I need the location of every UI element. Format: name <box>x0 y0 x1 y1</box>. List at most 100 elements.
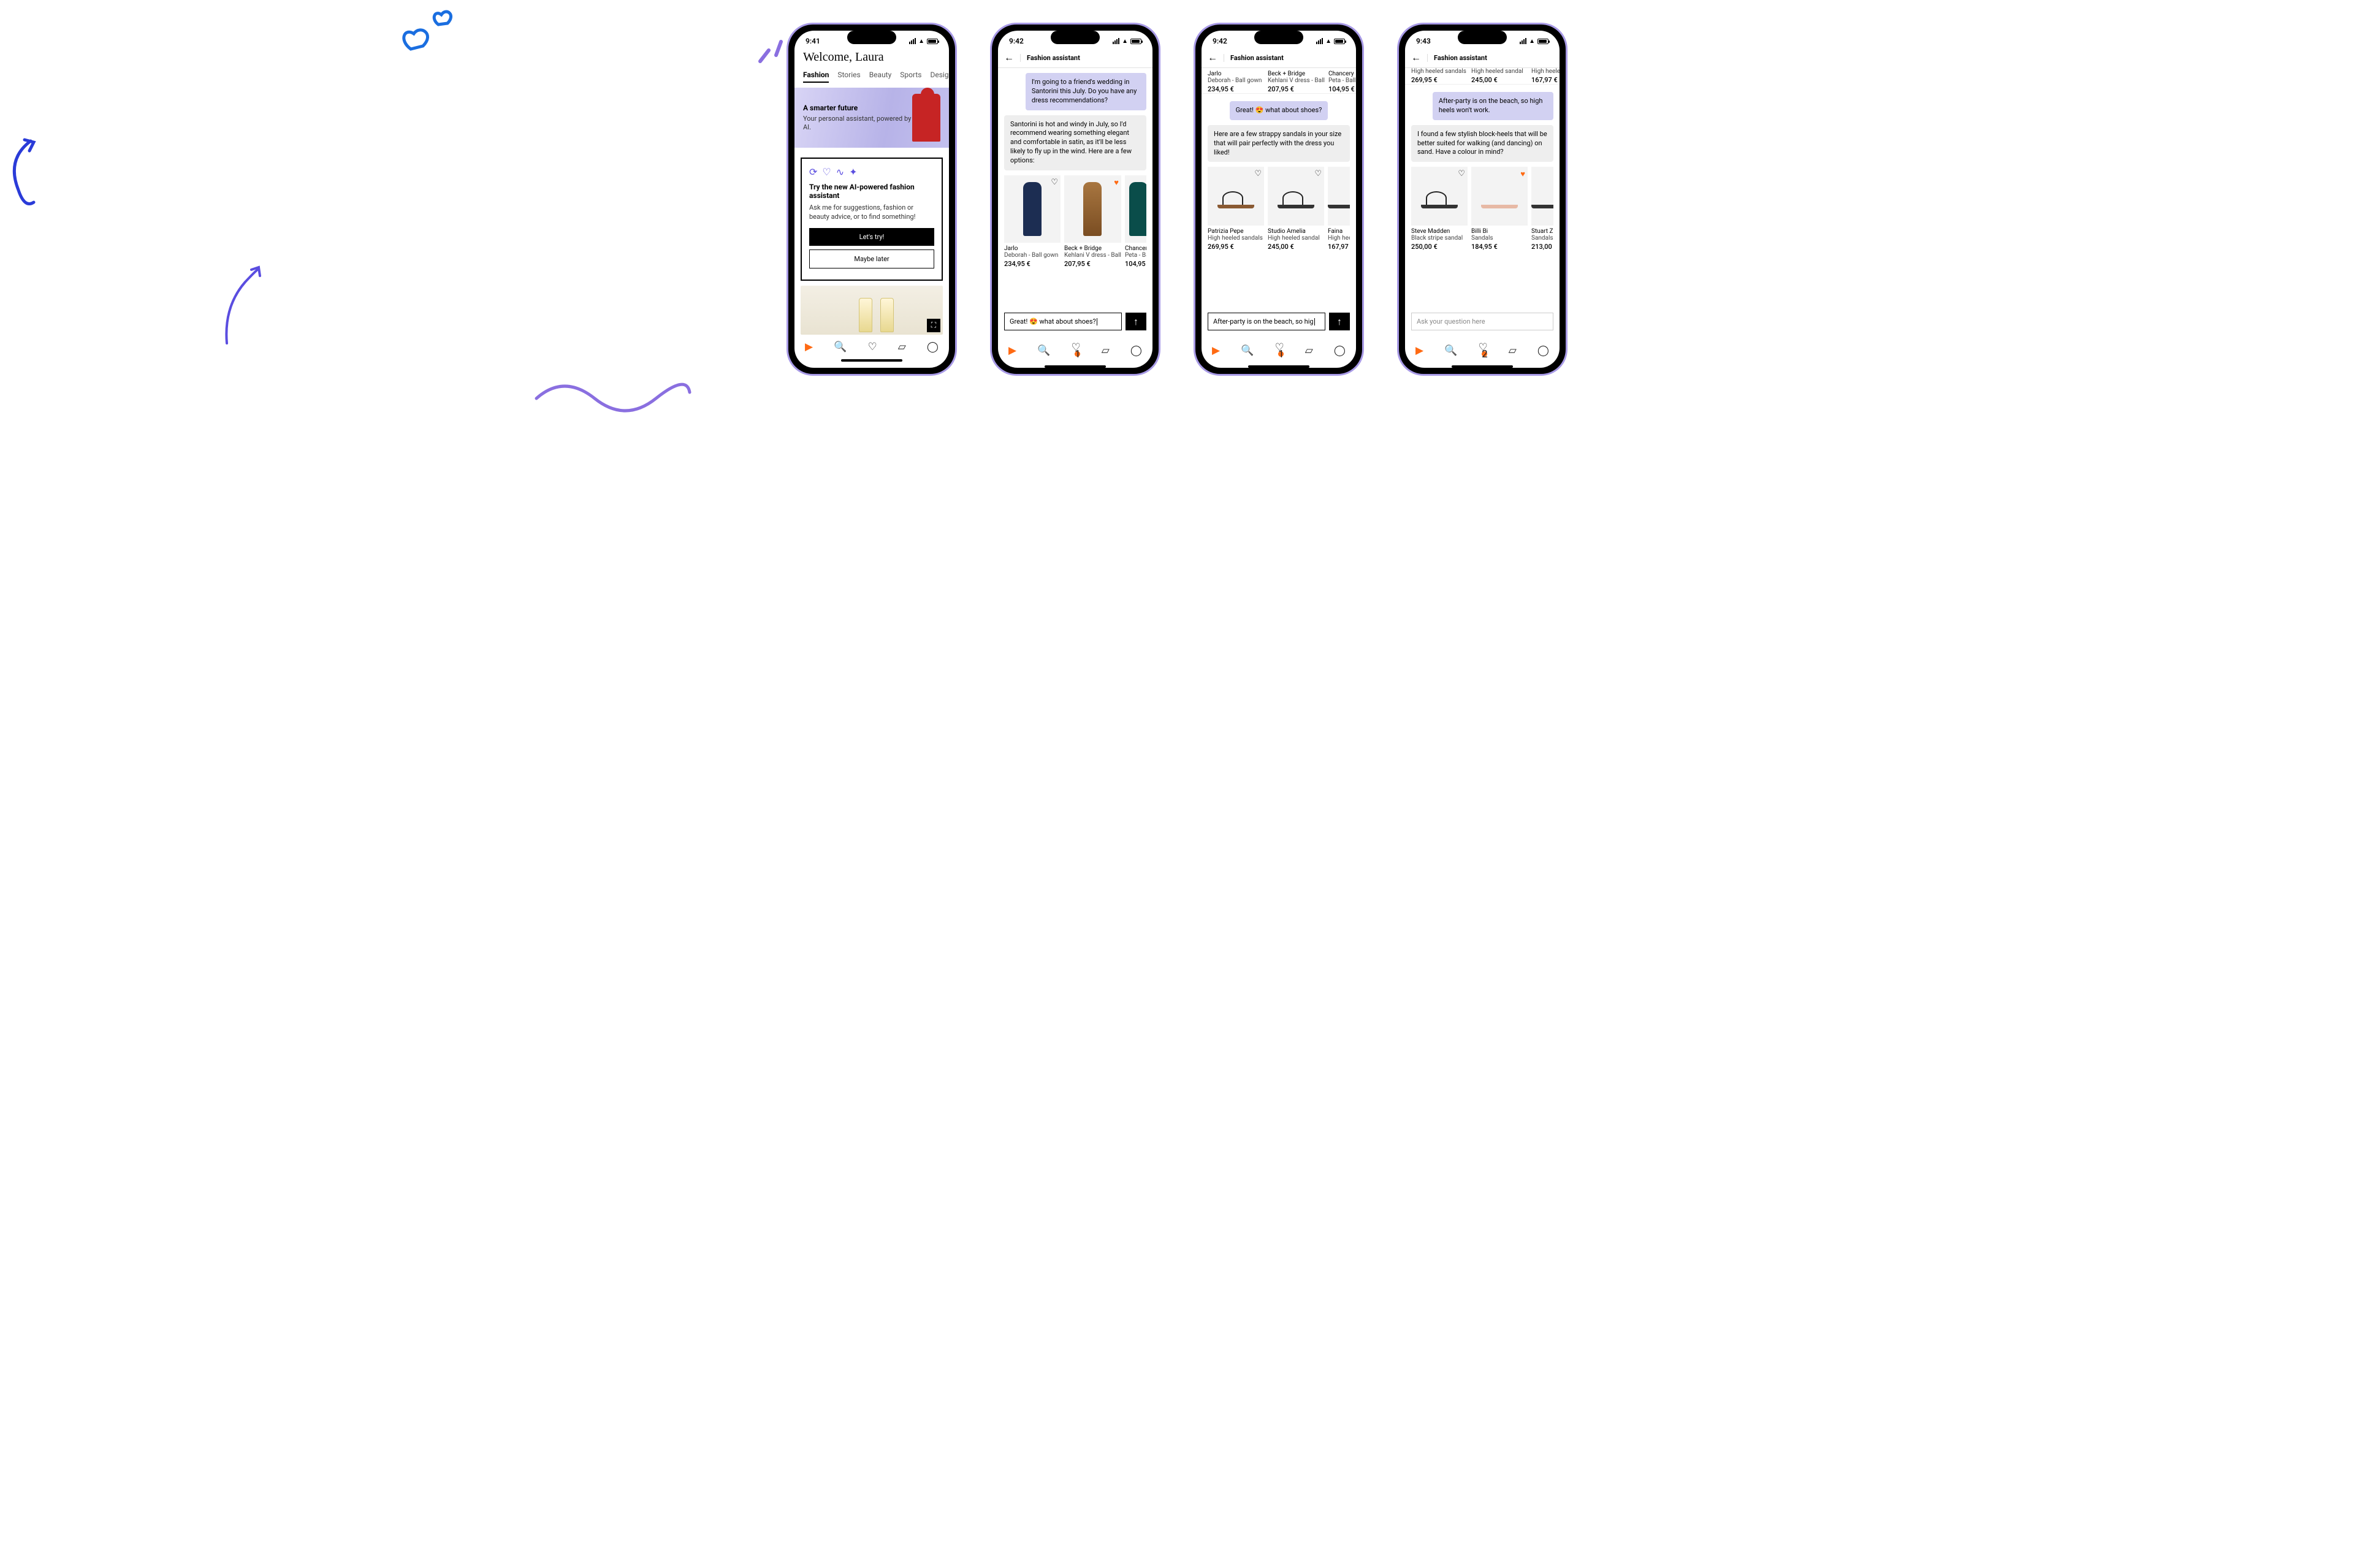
assistant-message: Here are a few strappy sandals in your s… <box>1208 125 1350 162</box>
phone-4: 9:43▲ ←Fashion assistant High heeled san… <box>1399 25 1566 374</box>
battery-icon <box>927 39 938 44</box>
nav-account-icon[interactable]: ◯ <box>1130 344 1142 357</box>
tab-stories[interactable]: Stories <box>837 70 860 83</box>
phone-1: 9:41 ▲ Welcome, Laura Fashion Stories Be… <box>788 25 955 374</box>
status-time: 9:43 <box>1416 37 1431 45</box>
maybe-later-button[interactable]: Maybe later <box>809 249 934 268</box>
ai-banner[interactable]: A smarter future Your personal assistant… <box>794 88 949 148</box>
product-meta[interactable]: High heeled sandal245,00 € <box>1471 68 1528 84</box>
product-card[interactable]: ♡Studio AmeliaHigh heeled sandal245,00 € <box>1268 167 1324 251</box>
assistant-message: I found a few stylish block-heels that w… <box>1411 125 1553 162</box>
nav-bag-icon[interactable]: ▱ <box>1509 344 1517 357</box>
nav-wishlist-icon[interactable]: ♡ <box>867 341 877 353</box>
status-time: 9:42 <box>1009 37 1024 45</box>
back-button[interactable]: ← <box>1411 51 1421 64</box>
send-button[interactable]: ↑ <box>1126 313 1146 330</box>
nav-search-icon[interactable]: 🔍 <box>1444 344 1457 357</box>
product-card[interactable]: ♡Patrizia PepeHigh heeled sandals269,95 … <box>1208 167 1264 251</box>
back-button[interactable]: ← <box>1208 51 1217 64</box>
tab-fashion[interactable]: Fashion <box>803 70 829 83</box>
nav-bag-icon[interactable]: ▱ <box>898 341 906 353</box>
product-card[interactable]: Chancery Peta - Ball 104,95 € <box>1125 175 1146 268</box>
doodle-hearts <box>392 6 466 74</box>
product-meta[interactable]: High heele167,97 € <box>1531 68 1560 84</box>
banner-subtitle: Your personal assistant, powered by AI. <box>803 115 912 132</box>
nav-account-icon[interactable]: ◯ <box>1334 344 1346 357</box>
product-meta[interactable]: ChanceryPeta - Ball104,95 € <box>1328 68 1356 93</box>
tab-designer[interactable]: Designer <box>930 70 949 83</box>
banner-model-image <box>912 94 940 142</box>
doodle-squiggle <box>533 380 693 423</box>
banner-title: A smarter future <box>803 104 912 112</box>
chat-input[interactable]: Ask your question here <box>1411 313 1553 330</box>
product-carousel[interactable]: ♡Steve MaddenBlack stripe sandal250,00 €… <box>1411 167 1553 251</box>
user-message: Great! 😍 what about shoes? <box>1230 101 1328 120</box>
previous-products-row: JarloDeborah - Ball gown234,95 € Beck + … <box>1202 68 1356 94</box>
nav-account-icon[interactable]: ◯ <box>1537 344 1549 357</box>
product-card[interactable]: ♥Billi BiSandals184,95 € <box>1471 167 1528 251</box>
product-card[interactable]: Stuart ZimSandals213,00 € <box>1531 167 1553 251</box>
assistant-popup: ⟳ ♡ ∿ ✦ Try the new AI-powered fashion assi… <box>801 158 943 281</box>
wave-icon: ∿ <box>836 166 844 178</box>
bulb-icon: ♡ <box>822 166 831 178</box>
sparkle-icon: ✦ <box>849 166 857 178</box>
phone-2: 9:42 ▲ ← Fashion assistant I'm going to … <box>992 25 1159 374</box>
heart-icon[interactable]: ♡ <box>1458 169 1465 178</box>
heart-icon[interactable]: ♡ <box>1051 178 1058 187</box>
status-time: 9:41 <box>806 37 820 45</box>
nav-wishlist-icon[interactable]: ♡1 <box>1274 341 1284 359</box>
heart-icon[interactable]: ♡ <box>1254 169 1262 178</box>
nav-account-icon[interactable]: ◯ <box>927 341 939 353</box>
nav-search-icon[interactable]: 🔍 <box>1037 344 1050 357</box>
chat-input[interactable]: After-party is on the beach, so hig <box>1208 313 1325 330</box>
heart-icon-filled[interactable]: ♥ <box>1114 178 1119 188</box>
header-title: Fashion assistant <box>1020 54 1080 62</box>
product-meta[interactable]: JarloDeborah - Ball gown234,95 € <box>1208 68 1264 93</box>
product-card[interactable]: ♥ Beck + Bridge Kehlani V dress - Ball 2… <box>1064 175 1121 268</box>
product-carousel[interactable]: ♡Patrizia PepeHigh heeled sandals269,95 … <box>1208 167 1350 251</box>
header-title: Fashion assistant <box>1224 54 1284 62</box>
popup-icons: ⟳ ♡ ∿ ✦ <box>809 166 934 178</box>
popup-title: Try the new AI-powered fashion assistant <box>809 183 934 200</box>
phone-3: 9:42▲ ←Fashion assistant JarloDeborah - … <box>1195 25 1362 374</box>
previous-products-row: High heeled sandals269,95 € High heeled … <box>1405 68 1560 85</box>
crop-icon[interactable]: ⛶ <box>927 319 940 332</box>
bottom-nav: ▶ 🔍 ♡ ▱ ◯ <box>794 335 949 357</box>
tab-sports[interactable]: Sports <box>900 70 921 83</box>
nav-home-icon[interactable]: ▶ <box>1008 344 1016 357</box>
product-banner-image[interactable]: ⛶ <box>801 286 943 335</box>
back-button[interactable]: ← <box>1004 51 1014 64</box>
heart-icon-filled[interactable]: ♥ <box>1520 169 1525 179</box>
header-title: Fashion assistant <box>1427 54 1487 62</box>
product-carousel[interactable]: ♡ Jarlo Deborah - Ball gown 234,95 € ♥ B… <box>1004 175 1146 268</box>
nav-bag-icon[interactable]: ▱ <box>1305 344 1313 357</box>
user-message: I'm going to a friend's wedding in Santo… <box>1026 73 1146 110</box>
doodle-arrow-mid <box>221 264 270 349</box>
product-meta[interactable]: High heeled sandals269,95 € <box>1411 68 1468 84</box>
nav-home-icon[interactable]: ▶ <box>1212 344 1220 357</box>
lets-try-button[interactable]: Let's try! <box>809 228 934 246</box>
send-button[interactable]: ↑ <box>1329 313 1350 330</box>
assistant-message: Santorini is hot and windy in July, so I… <box>1004 115 1146 170</box>
doodle-arrow-left <box>0 135 43 215</box>
nav-wishlist-icon[interactable]: ♡2 <box>1478 341 1487 359</box>
welcome-title: Welcome, Laura <box>794 48 949 70</box>
wifi-icon: ▲ <box>918 38 924 45</box>
nav-search-icon[interactable]: 🔍 <box>834 341 847 353</box>
nav-home-icon[interactable]: ▶ <box>1415 344 1423 357</box>
product-card[interactable]: ♡ Jarlo Deborah - Ball gown 234,95 € <box>1004 175 1061 268</box>
chat-input[interactable]: Great! 😍 what about shoes? <box>1004 313 1122 330</box>
nav-search-icon[interactable]: 🔍 <box>1241 344 1254 357</box>
home-indicator <box>841 359 902 362</box>
nav-wishlist-icon[interactable]: ♡1 <box>1071 341 1080 359</box>
product-card[interactable]: FainaHigh heele167,97 € <box>1328 167 1350 251</box>
user-message: After-party is on the beach, so high hee… <box>1433 92 1553 120</box>
nav-home-icon[interactable]: ▶ <box>805 341 813 353</box>
nav-bag-icon[interactable]: ▱ <box>1102 344 1110 357</box>
product-card[interactable]: ♡Steve MaddenBlack stripe sandal250,00 € <box>1411 167 1468 251</box>
product-meta[interactable]: Beck + BridgeKehlani V dress - Ball207,9… <box>1268 68 1325 93</box>
repeat-icon: ⟳ <box>809 166 817 178</box>
tab-beauty[interactable]: Beauty <box>869 70 892 83</box>
signal-icon <box>909 38 916 44</box>
heart-icon[interactable]: ♡ <box>1314 169 1322 178</box>
